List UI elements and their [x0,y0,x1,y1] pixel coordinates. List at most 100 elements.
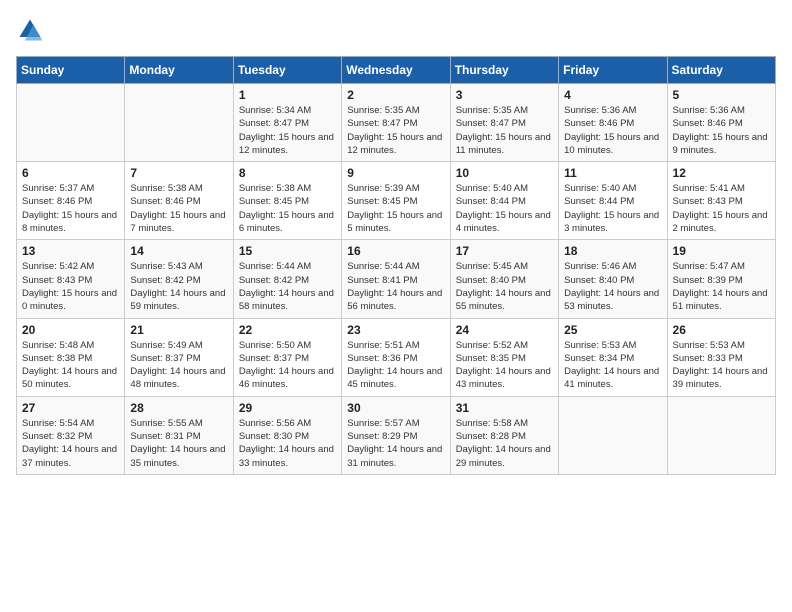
day-content: Sunrise: 5:44 AM Sunset: 8:41 PM Dayligh… [347,260,444,313]
calendar-week-row: 27 Sunrise: 5:54 AM Sunset: 8:32 PM Dayli… [17,396,776,474]
day-content: Sunrise: 5:49 AM Sunset: 8:37 PM Dayligh… [130,339,227,392]
day-number: 5 [673,88,770,102]
calendar-week-row: 6Sunrise: 5:37 AM Sunset: 8:46 PM Daylig… [17,162,776,240]
day-of-week-header: Tuesday [233,57,341,84]
calendar-cell: 19 Sunrise: 5:47 AM Sunset: 8:39 PM Dayli… [667,240,775,318]
day-number: 1 [239,88,336,102]
day-number: 9 [347,166,444,180]
day-number: 29 [239,401,336,415]
day-number: 25 [564,323,661,337]
calendar-cell: 24 Sunrise: 5:52 AM Sunset: 8:35 PM Dayli… [450,318,558,396]
calendar-cell: 23 Sunrise: 5:51 AM Sunset: 8:36 PM Dayli… [342,318,450,396]
day-of-week-header: Saturday [667,57,775,84]
day-content: Sunrise: 5:45 AM Sunset: 8:40 PM Dayligh… [456,260,553,313]
calendar-header: SundayMondayTuesdayWednesdayThursdayFrid… [17,57,776,84]
day-number: 22 [239,323,336,337]
calendar-cell: 10Sunrise: 5:40 AM Sunset: 8:44 PM Dayli… [450,162,558,240]
calendar-cell [17,84,125,162]
day-number: 7 [130,166,227,180]
day-number: 28 [130,401,227,415]
day-content: Sunrise: 5:39 AM Sunset: 8:45 PM Dayligh… [347,182,444,235]
day-content: Sunrise: 5:36 AM Sunset: 8:46 PM Dayligh… [673,104,770,157]
day-content: Sunrise: 5:58 AM Sunset: 8:28 PM Dayligh… [456,417,553,470]
header-row: SundayMondayTuesdayWednesdayThursdayFrid… [17,57,776,84]
day-content: Sunrise: 5:35 AM Sunset: 8:47 PM Dayligh… [347,104,444,157]
page-header [16,16,776,44]
day-number: 24 [456,323,553,337]
calendar-body: 1 Sunrise: 5:34 AM Sunset: 8:47 PM Daylig… [17,84,776,475]
day-content: Sunrise: 5:40 AM Sunset: 8:44 PM Dayligh… [456,182,553,235]
calendar-cell: 22 Sunrise: 5:50 AM Sunset: 8:37 PM Dayli… [233,318,341,396]
day-content: Sunrise: 5:54 AM Sunset: 8:32 PM Dayligh… [22,417,119,470]
day-content: Sunrise: 5:42 AM Sunset: 8:43 PM Dayligh… [22,260,119,313]
day-number: 11 [564,166,661,180]
calendar-cell: 11 Sunrise: 5:40 AM Sunset: 8:44 PM Dayli… [559,162,667,240]
calendar-cell [667,396,775,474]
day-number: 27 [22,401,119,415]
calendar-table: SundayMondayTuesdayWednesdayThursdayFrid… [16,56,776,475]
day-number: 16 [347,244,444,258]
calendar-cell: 20 Sunrise: 5:48 AM Sunset: 8:38 PM Dayli… [17,318,125,396]
calendar-cell: 27 Sunrise: 5:54 AM Sunset: 8:32 PM Dayli… [17,396,125,474]
day-number: 18 [564,244,661,258]
day-number: 26 [673,323,770,337]
calendar-cell: 12Sunrise: 5:41 AM Sunset: 8:43 PM Dayli… [667,162,775,240]
day-content: Sunrise: 5:55 AM Sunset: 8:31 PM Dayligh… [130,417,227,470]
calendar-cell: 3Sunrise: 5:35 AM Sunset: 8:47 PM Daylig… [450,84,558,162]
day-content: Sunrise: 5:50 AM Sunset: 8:37 PM Dayligh… [239,339,336,392]
calendar-cell: 30 Sunrise: 5:57 AM Sunset: 8:29 PM Dayli… [342,396,450,474]
calendar-cell: 9 Sunrise: 5:39 AM Sunset: 8:45 PM Daylig… [342,162,450,240]
calendar-cell: 4 Sunrise: 5:36 AM Sunset: 8:46 PM Daylig… [559,84,667,162]
logo [16,16,48,44]
day-content: Sunrise: 5:43 AM Sunset: 8:42 PM Dayligh… [130,260,227,313]
day-content: Sunrise: 5:53 AM Sunset: 8:33 PM Dayligh… [673,339,770,392]
day-number: 4 [564,88,661,102]
day-number: 30 [347,401,444,415]
calendar-cell: 1 Sunrise: 5:34 AM Sunset: 8:47 PM Daylig… [233,84,341,162]
day-number: 17 [456,244,553,258]
day-content: Sunrise: 5:34 AM Sunset: 8:47 PM Dayligh… [239,104,336,157]
day-content: Sunrise: 5:35 AM Sunset: 8:47 PM Dayligh… [456,104,553,157]
day-number: 8 [239,166,336,180]
calendar-week-row: 13 Sunrise: 5:42 AM Sunset: 8:43 PM Dayli… [17,240,776,318]
calendar-cell [559,396,667,474]
day-number: 31 [456,401,553,415]
day-content: Sunrise: 5:48 AM Sunset: 8:38 PM Dayligh… [22,339,119,392]
day-content: Sunrise: 5:53 AM Sunset: 8:34 PM Dayligh… [564,339,661,392]
calendar-cell: 2 Sunrise: 5:35 AM Sunset: 8:47 PM Daylig… [342,84,450,162]
calendar-cell: 26 Sunrise: 5:53 AM Sunset: 8:33 PM Dayli… [667,318,775,396]
calendar-cell: 7 Sunrise: 5:38 AM Sunset: 8:46 PM Daylig… [125,162,233,240]
day-number: 15 [239,244,336,258]
calendar-cell: 18Sunrise: 5:46 AM Sunset: 8:40 PM Dayli… [559,240,667,318]
calendar-week-row: 20 Sunrise: 5:48 AM Sunset: 8:38 PM Dayli… [17,318,776,396]
day-content: Sunrise: 5:47 AM Sunset: 8:39 PM Dayligh… [673,260,770,313]
day-content: Sunrise: 5:52 AM Sunset: 8:35 PM Dayligh… [456,339,553,392]
day-number: 23 [347,323,444,337]
day-number: 20 [22,323,119,337]
calendar-cell: 28 Sunrise: 5:55 AM Sunset: 8:31 PM Dayli… [125,396,233,474]
calendar-cell [125,84,233,162]
calendar-cell: 25 Sunrise: 5:53 AM Sunset: 8:34 PM Dayli… [559,318,667,396]
calendar-cell: 29 Sunrise: 5:56 AM Sunset: 8:30 PM Dayli… [233,396,341,474]
calendar-cell: 16 Sunrise: 5:44 AM Sunset: 8:41 PM Dayli… [342,240,450,318]
day-content: Sunrise: 5:40 AM Sunset: 8:44 PM Dayligh… [564,182,661,235]
day-number: 19 [673,244,770,258]
calendar-cell: 14 Sunrise: 5:43 AM Sunset: 8:42 PM Dayli… [125,240,233,318]
calendar-week-row: 1 Sunrise: 5:34 AM Sunset: 8:47 PM Daylig… [17,84,776,162]
day-content: Sunrise: 5:56 AM Sunset: 8:30 PM Dayligh… [239,417,336,470]
calendar-cell: 13 Sunrise: 5:42 AM Sunset: 8:43 PM Dayli… [17,240,125,318]
day-content: Sunrise: 5:51 AM Sunset: 8:36 PM Dayligh… [347,339,444,392]
day-number: 2 [347,88,444,102]
calendar-cell: 5 Sunrise: 5:36 AM Sunset: 8:46 PM Daylig… [667,84,775,162]
day-content: Sunrise: 5:38 AM Sunset: 8:45 PM Dayligh… [239,182,336,235]
calendar-cell: 31 Sunrise: 5:58 AM Sunset: 8:28 PM Dayli… [450,396,558,474]
day-content: Sunrise: 5:36 AM Sunset: 8:46 PM Dayligh… [564,104,661,157]
day-number: 13 [22,244,119,258]
day-content: Sunrise: 5:57 AM Sunset: 8:29 PM Dayligh… [347,417,444,470]
day-number: 14 [130,244,227,258]
day-of-week-header: Thursday [450,57,558,84]
day-number: 21 [130,323,227,337]
calendar-cell: 8 Sunrise: 5:38 AM Sunset: 8:45 PM Daylig… [233,162,341,240]
day-content: Sunrise: 5:38 AM Sunset: 8:46 PM Dayligh… [130,182,227,235]
calendar-cell: 21 Sunrise: 5:49 AM Sunset: 8:37 PM Dayli… [125,318,233,396]
